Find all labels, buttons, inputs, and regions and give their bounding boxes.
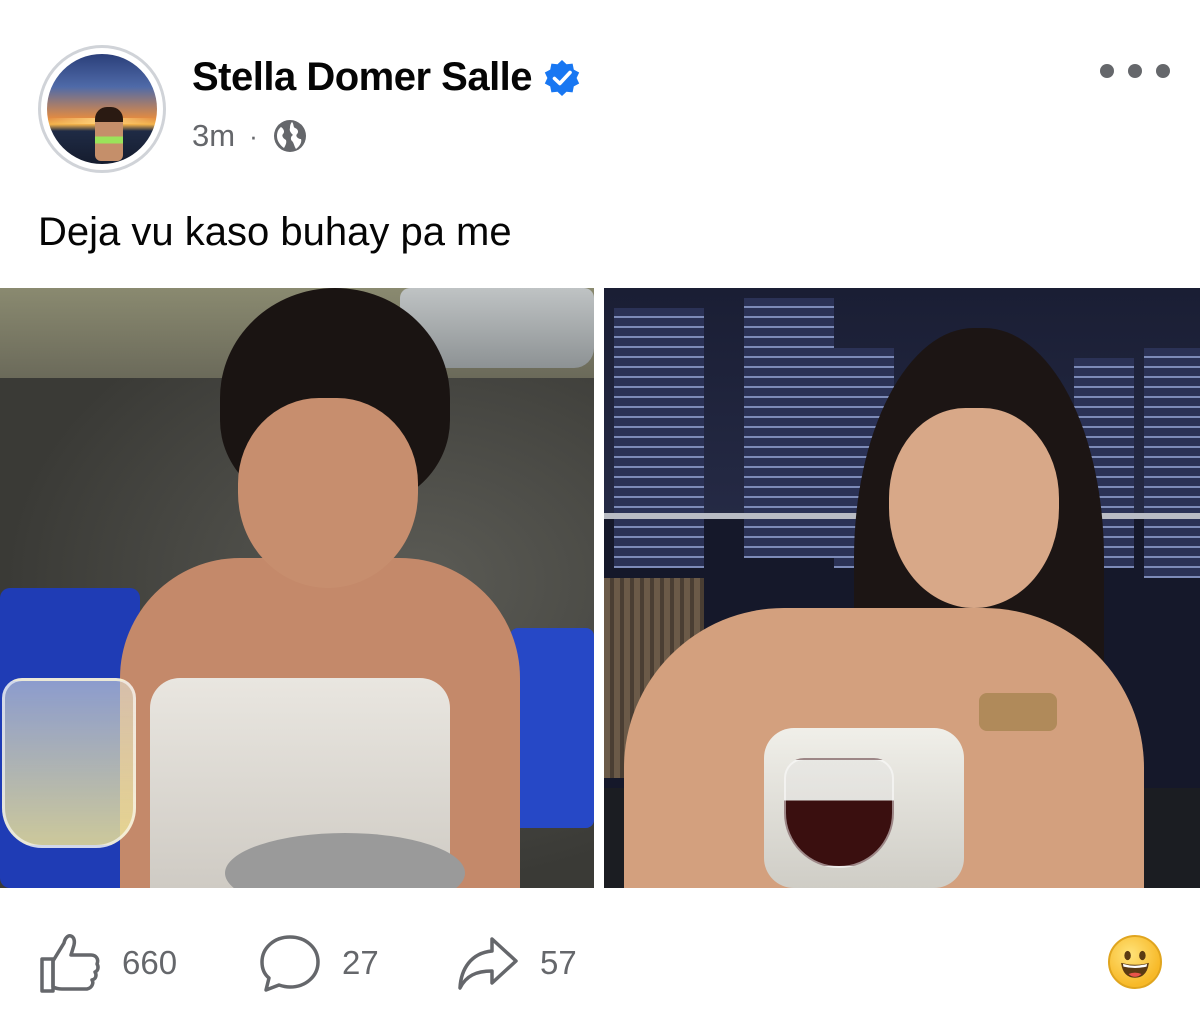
more-dot-icon [1156,64,1170,78]
emoji-face-icon [1121,950,1149,978]
verified-badge-icon [544,59,580,96]
author-name[interactable]: Stella Domer Salle [192,55,533,100]
photo-person-face [889,408,1059,608]
more-dot-icon [1128,64,1142,78]
comment-button[interactable]: 27 [258,931,379,995]
author-name-row: Stella Domer Salle [192,55,582,100]
post-time[interactable]: 3m [192,118,235,154]
comment-count: 27 [342,944,379,981]
photo-blue-chair [510,628,594,828]
share-button[interactable]: 57 [456,931,577,995]
photo-drink-glass [2,678,136,848]
photo-building [614,308,704,568]
photo-right[interactable] [604,288,1200,888]
thumbs-up-icon [40,934,100,993]
photo-left[interactable] [0,288,594,888]
action-bar: 660 27 57 [0,925,1200,1005]
grinning-face-emoji-icon[interactable] [1108,935,1162,989]
avatar-figure [95,106,124,161]
post-caption: Deja vu kaso buhay pa me [38,210,512,254]
photo-wine-glass [784,758,894,868]
avatar[interactable] [38,45,166,173]
meta-separator: · [249,120,258,151]
photo-building [744,298,834,558]
globe-icon[interactable] [272,118,308,154]
post-meta: 3m · [192,118,308,154]
comment-bubble-icon [260,935,320,992]
photo-building [1144,348,1200,578]
more-dot-icon [1100,64,1114,78]
share-arrow-icon [458,937,518,990]
photo-wristwatch [979,693,1057,731]
photo-person-face [238,398,418,588]
more-options-button[interactable] [1100,54,1170,88]
like-count: 660 [122,944,178,981]
like-button[interactable]: 660 [38,931,177,995]
avatar-photo [47,54,157,164]
facebook-post: Stella Domer Salle 3m · Deja vu kaso buh… [0,0,1200,1025]
share-count: 57 [540,944,577,981]
